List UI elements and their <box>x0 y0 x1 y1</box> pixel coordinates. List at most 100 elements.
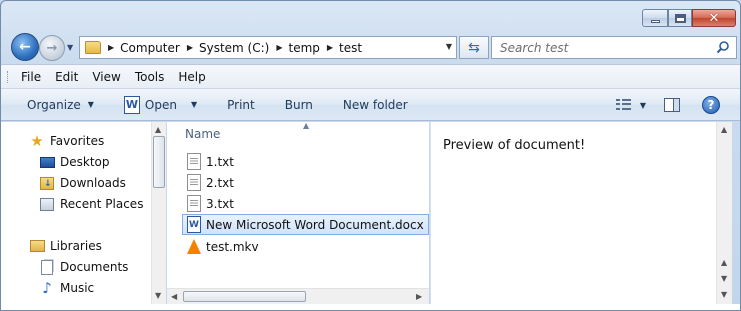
close-button[interactable]: ✕ <box>692 9 736 27</box>
scroll-thumb[interactable] <box>183 291 306 302</box>
view-options-dropdown-icon[interactable]: ▼ <box>640 101 646 110</box>
back-arrow-icon: ← <box>19 39 31 55</box>
downloads-label: Downloads <box>60 176 126 190</box>
nav-libraries[interactable]: Libraries <box>29 238 102 254</box>
libraries-label: Libraries <box>50 239 102 253</box>
scroll-up-icon[interactable]: ▲ <box>721 125 727 134</box>
search-input[interactable] <box>500 40 700 55</box>
minimize-icon <box>650 19 660 23</box>
sort-ascending-icon: ▲ <box>303 121 310 130</box>
file-name: New Microsoft Word Document.docx <box>206 217 424 232</box>
nav-desktop[interactable]: Desktop <box>39 154 110 170</box>
menu-file[interactable]: File <box>21 70 41 84</box>
menu-view[interactable]: View <box>92 70 120 84</box>
print-button[interactable]: Print <box>227 98 255 112</box>
nav-documents[interactable]: Documents <box>39 259 128 275</box>
file-name: 3.txt <box>206 196 234 211</box>
menu-tools[interactable]: Tools <box>135 70 165 84</box>
documents-icon <box>39 259 55 275</box>
nav-favorites[interactable]: ★ Favorites <box>29 132 105 150</box>
chevron-down-icon: ▼ <box>87 100 94 109</box>
help-icon[interactable]: ? <box>702 96 720 114</box>
breadcrumb-separator-icon[interactable]: ▶ <box>108 43 114 52</box>
recent-pages-dropdown[interactable]: ▼ <box>67 43 73 52</box>
search-box[interactable] <box>491 36 737 59</box>
breadcrumb-computer[interactable]: Computer <box>120 41 180 55</box>
command-bar: Organize ▼ W Open ▼ Print Burn New folde… <box>1 89 740 121</box>
desktop-icon <box>39 154 55 170</box>
nav-recent-places[interactable]: Recent Places <box>39 196 143 212</box>
word-document-icon: W <box>187 216 201 233</box>
close-icon: ✕ <box>708 10 720 26</box>
breadcrumb-system-drive[interactable]: System (C:) <box>199 41 269 55</box>
scroll-down-icon[interactable]: ▼ <box>155 291 161 300</box>
organize-button[interactable]: Organize ▼ <box>27 98 94 112</box>
preview-pane-scrollbar[interactable]: ▲ ▲ ▼ ▼ <box>716 122 732 304</box>
refresh-icon: ⇆ <box>468 39 480 56</box>
organize-label: Organize <box>27 97 81 112</box>
column-header-name[interactable]: Name <box>185 127 220 141</box>
file-name: 2.txt <box>206 175 234 190</box>
recent-places-icon <box>39 196 55 212</box>
scroll-down-icon[interactable]: ▼ <box>721 290 727 299</box>
text-file-icon <box>187 174 201 191</box>
open-button[interactable]: W Open ▼ <box>123 95 197 114</box>
breadcrumb-separator-icon[interactable]: ▶ <box>327 43 333 52</box>
change-view-icon[interactable] <box>615 99 632 111</box>
preview-pane: Preview of document! <box>430 122 716 310</box>
file-item-1-txt[interactable]: 1.txt <box>183 151 429 172</box>
file-name: 1.txt <box>206 154 234 169</box>
search-icon[interactable] <box>716 40 730 54</box>
file-list: ▲ Name 1.txt 2.txt 3.txt W New Microsoft… <box>167 121 429 310</box>
navigation-pane: ★ Favorites Desktop ↓ Downloads Recent P… <box>1 122 151 310</box>
preview-pane-toggle-icon[interactable] <box>664 98 680 112</box>
chevron-down-icon[interactable]: ▼ <box>191 100 197 109</box>
bottom-edge <box>1 304 740 310</box>
folder-icon <box>85 41 101 54</box>
file-list-horizontal-scrollbar[interactable]: ◀ ▶ <box>167 288 429 304</box>
libraries-icon <box>29 238 45 254</box>
breadcrumb-separator-icon[interactable]: ▶ <box>187 43 193 52</box>
breadcrumb-temp[interactable]: temp <box>288 41 319 55</box>
nav-downloads[interactable]: ↓ Downloads <box>39 175 126 191</box>
scroll-left-icon[interactable]: ◀ <box>171 292 177 301</box>
scroll-up-icon[interactable]: ▲ <box>721 258 727 267</box>
new-folder-button[interactable]: New folder <box>343 98 408 112</box>
breadcrumb-separator-icon[interactable]: ▶ <box>276 43 282 52</box>
file-item-test-mkv[interactable]: test.mkv <box>183 236 429 257</box>
file-item-2-txt[interactable]: 2.txt <box>183 172 429 193</box>
new-folder-label: New folder <box>342 97 408 112</box>
file-item-word-document[interactable]: W New Microsoft Word Document.docx <box>182 214 429 235</box>
breadcrumb-test[interactable]: test <box>339 41 362 55</box>
navigation-pane-scrollbar[interactable]: ▲ ▼ <box>151 122 166 304</box>
burn-label: Burn <box>284 97 313 112</box>
text-file-icon <box>187 195 201 212</box>
address-bar[interactable]: ▶ Computer ▶ System (C:) ▶ temp ▶ test ▼ <box>79 36 457 59</box>
word-icon: W <box>123 95 140 114</box>
file-name: test.mkv <box>206 239 259 254</box>
address-dropdown-icon[interactable]: ▼ <box>446 42 452 51</box>
refresh-button[interactable]: ⇆ <box>459 36 489 59</box>
star-icon: ★ <box>30 132 44 150</box>
minimize-button[interactable] <box>642 9 668 27</box>
forward-button[interactable]: → <box>39 35 65 61</box>
recent-places-label: Recent Places <box>60 197 144 211</box>
maximize-icon <box>674 13 686 23</box>
burn-button[interactable]: Burn <box>285 98 313 112</box>
favorites-label: Favorites <box>50 134 105 148</box>
maximize-button[interactable] <box>668 9 692 27</box>
scroll-thumb[interactable] <box>153 136 165 188</box>
menu-edit[interactable]: Edit <box>55 70 78 84</box>
scroll-right-icon[interactable]: ▶ <box>416 292 422 301</box>
open-label: Open <box>144 97 177 112</box>
scroll-down-icon[interactable]: ▼ <box>721 274 727 283</box>
scroll-up-icon[interactable]: ▲ <box>155 125 161 134</box>
back-button[interactable]: ← <box>11 33 39 61</box>
nav-music[interactable]: ♪ Music <box>39 279 94 297</box>
preview-text: Preview of document! <box>443 138 586 153</box>
menu-help[interactable]: Help <box>178 70 205 84</box>
print-label: Print <box>227 97 255 112</box>
caption-buttons: ✕ <box>642 9 736 27</box>
documents-label: Documents <box>60 260 129 274</box>
file-item-3-txt[interactable]: 3.txt <box>183 193 429 214</box>
